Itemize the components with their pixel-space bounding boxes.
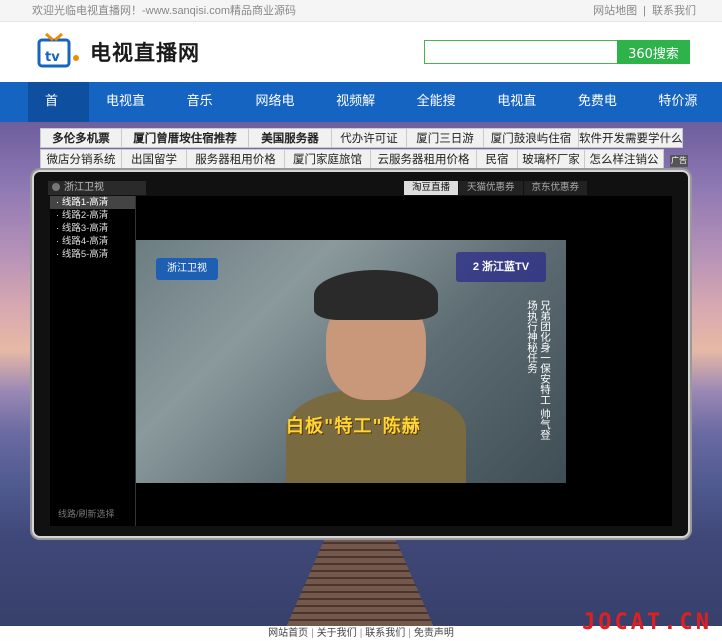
search-input[interactable] (424, 40, 617, 64)
video-frame[interactable]: 浙江卫视 2 浙江蓝TV 白板"特工"陈赫 兄弟团化身一保安特工 帅气登场执行神… (136, 240, 566, 483)
welcome-text: 欢迎光临电视直播网！-www.sanqisi.com精品商业源码 (32, 5, 297, 17)
logo-text: 电视直播网 (90, 41, 200, 65)
nav-item-tv-live-2[interactable]: 电视直播 (480, 82, 561, 149)
line-item[interactable]: · 线路5-高清 (50, 248, 135, 261)
tab-taodou[interactable]: 淘豆直播 (404, 181, 459, 195)
main-nav: 首 页 电视直播 音乐盒 网络电台 视频解析 全能搜索 电视直播 免费电影 特价… (0, 82, 722, 149)
player-right-panel (566, 196, 672, 526)
video-letterbox-bottom (136, 483, 566, 526)
ad-link[interactable]: 软件开发需要学什么 (578, 128, 683, 148)
line-list: · 线路1-高清 · 线路2-高清 · 线路3-高清 · 线路4-高清 · 线路… (50, 196, 136, 526)
ad-link[interactable]: 厦门曾厝垵住宿推荐 (121, 128, 249, 148)
tab-jd-coupon[interactable]: 京东优惠券 (523, 181, 588, 195)
ad-link[interactable]: 服务器租用价格 (186, 149, 285, 169)
ad-link[interactable]: 厦门鼓浪屿住宿 (483, 128, 579, 148)
footer-link-disclaimer[interactable]: 免责声明 (414, 628, 454, 639)
top-bar: 欢迎光临电视直播网！-www.sanqisi.com精品商业源码 网站地图 | 联系… (0, 0, 722, 22)
line-item[interactable]: · 线路4-高清 (50, 235, 135, 248)
ad-link[interactable]: 怎么样注销公 (584, 149, 664, 169)
nav-item-home[interactable]: 首 页 (28, 82, 89, 149)
channel-icon (52, 183, 60, 191)
site-logo[interactable]: tv 电视直播网 (36, 32, 200, 72)
search-bar: 360搜索 (424, 40, 690, 64)
ad-link[interactable]: 代办许可证 (331, 128, 407, 148)
ad-link[interactable]: 多伦多机票 (40, 128, 122, 148)
footer-link-home[interactable]: 网站首页 (268, 628, 308, 639)
svg-text:tv: tv (45, 50, 60, 65)
video-player: 浙江卫视 · 线路1-高清 · 线路2-高清 · 线路3-高清 · 线路4-高清… (34, 172, 688, 536)
sitemap-link[interactable]: 网站地图 (593, 5, 637, 17)
ad-link[interactable]: 玻璃杯厂家 (517, 149, 585, 169)
ad-links-row-1: 多伦多机票 厦门曾厝垵住宿推荐 美国服务器 代办许可证 厦门三日游 厦门鼓浪屿住… (40, 128, 683, 148)
footer-link-about[interactable]: 关于我们 (317, 628, 357, 639)
video-channel-logo: 浙江卫视 (156, 258, 218, 280)
nav-item-tv-live[interactable]: 电视直播 (89, 82, 170, 149)
line-item[interactable]: · 线路1-高清 (50, 196, 135, 209)
tv-logo-icon: tv (36, 32, 88, 72)
video-vertical-text: 兄弟团化身一保安特工 帅气登场执行神秘任务 (526, 300, 551, 440)
video-letterbox-top (136, 196, 566, 240)
nav-item-music-box[interactable]: 音乐盒 (170, 82, 239, 149)
channel-title: 浙江卫视 (48, 181, 146, 195)
ad-link[interactable]: 云服务器租用价格 (370, 149, 477, 169)
line-item[interactable]: · 线路3-高清 (50, 222, 135, 235)
nav-item-radio[interactable]: 网络电台 (239, 82, 320, 149)
line-footer: 线路/刷新选择 (58, 509, 115, 519)
ad-link[interactable]: 厦门三日游 (406, 128, 484, 148)
top-links: 网站地图 | 联系我们 (593, 5, 696, 17)
footer-link-contact[interactable]: 联系我们 (365, 628, 405, 639)
nav-item-video-parse[interactable]: 视频解析 (319, 82, 400, 149)
line-item[interactable]: · 线路2-高清 (50, 209, 135, 222)
ad-link[interactable]: 厦门家庭旅馆 (284, 149, 371, 169)
ad-link[interactable]: 出国留学 (121, 149, 187, 169)
watermark: JOCAT.CN (582, 610, 712, 635)
ad-link[interactable]: 微店分销系统 (40, 149, 122, 169)
video-caption: 白板"特工"陈赫 (286, 416, 421, 437)
ad-link[interactable]: 民宿 (476, 149, 518, 169)
ad-close-button[interactable]: 广告 (670, 155, 688, 167)
nav-item-search[interactable]: 全能搜索 (400, 82, 481, 149)
nav-item-source[interactable]: 特价源码 (641, 82, 722, 149)
video-person (276, 260, 476, 483)
header: tv 电视直播网 360搜索 (0, 22, 722, 82)
ad-link[interactable]: 美国服务器 (248, 128, 332, 148)
nav-item-movies[interactable]: 免费电影 (561, 82, 642, 149)
tab-tmall-coupon[interactable]: 天猫优惠券 (459, 181, 523, 195)
search-button[interactable]: 360搜索 (617, 40, 690, 64)
ad-links-row-2: 微店分销系统 出国留学 服务器租用价格 厦门家庭旅馆 云服务器租用价格 民宿 玻… (40, 149, 664, 169)
contact-link[interactable]: 联系我们 (652, 5, 696, 17)
player-tabs: 淘豆直播 天猫优惠券 京东优惠券 (404, 181, 588, 195)
